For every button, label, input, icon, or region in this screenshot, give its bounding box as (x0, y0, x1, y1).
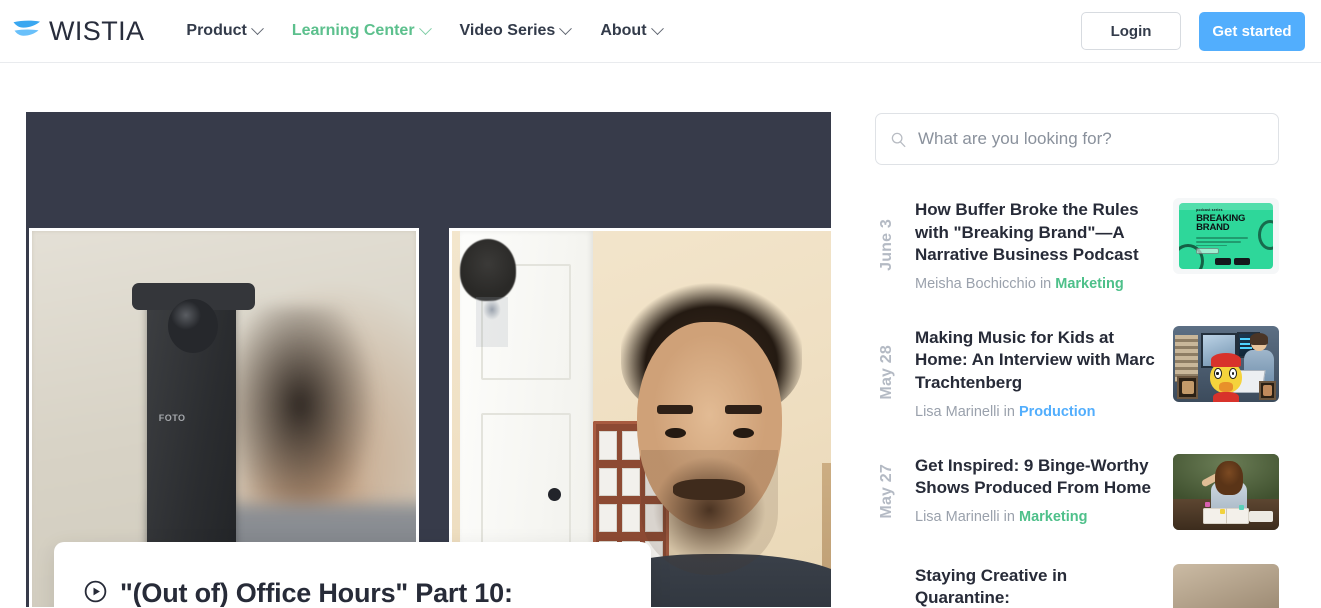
article-author: Meisha Bochicchio (915, 275, 1036, 292)
article-thumbnail[interactable] (1173, 325, 1279, 402)
hero-title-text: "(Out of) Office Hours" Part 10: (120, 578, 513, 607)
article-category[interactable]: Marketing (1055, 276, 1124, 292)
article-text: Making Music for Kids at Home: An Interv… (915, 326, 1157, 420)
article-title[interactable]: How Buffer Broke the Rules with "Breakin… (915, 199, 1157, 267)
article-thumbnail[interactable]: podcast series BREAKING BRAND (1173, 198, 1279, 274)
nav-item-label: Video Series (459, 22, 556, 39)
article-thumbnail[interactable] (1173, 453, 1279, 530)
article-text: How Buffer Broke the Rules with "Breakin… (915, 198, 1157, 292)
article-date-label: June 3 (878, 218, 895, 271)
wistia-logo-text: WISTIA (49, 15, 145, 46)
article-list-item[interactable]: May 28 Making Music for Kids at Home: An… (875, 325, 1279, 454)
chevron-down-icon (650, 21, 664, 35)
wistia-logo-icon (13, 20, 40, 36)
hero-featured-video[interactable]: FOTO "(Out of) Office Hours" Part 10: (26, 112, 831, 607)
play-circle-icon (84, 580, 107, 603)
main-nav: Product Learning Center Video Series Abo… (186, 21, 664, 40)
search-box[interactable] (875, 113, 1279, 165)
header-actions: Login Get started (1081, 11, 1305, 51)
article-date-label: May 28 (878, 345, 895, 401)
article-author: Lisa Marinelli (915, 403, 1000, 420)
article-list-item[interactable]: May 27 Get Inspired: 9 Binge-Worthy Show… (875, 453, 1279, 564)
article-meta-in: in (1003, 508, 1015, 525)
site-header: WISTIA Product Learning Center Video Ser… (0, 0, 1321, 63)
article-date: May 27 (875, 454, 899, 530)
article-title[interactable]: Staying Creative in Quarantine: (915, 565, 1157, 608)
nav-item-label: About (600, 22, 647, 39)
article-thumbnail[interactable] (1173, 563, 1279, 608)
nav-item-label: Product (186, 22, 247, 39)
article-author: Lisa Marinelli (915, 508, 1000, 525)
article-meta-in: in (1039, 275, 1052, 292)
article-meta: Lisa Marinelli in Production (915, 404, 1157, 420)
article-list: June 3 How Buffer Broke the Rules with "… (875, 198, 1279, 608)
chevron-down-icon (250, 21, 264, 35)
article-title[interactable]: Get Inspired: 9 Binge-Worthy Shows Produ… (915, 455, 1157, 500)
article-meta: Lisa Marinelli in Marketing (915, 509, 1157, 525)
hero-title-row: "(Out of) Office Hours" Part 10: (84, 576, 621, 607)
hero-title-card[interactable]: "(Out of) Office Hours" Part 10: (54, 542, 651, 607)
nav-item-label: Learning Center (291, 22, 415, 39)
page-body: FOTO "(Out of) Office Hours" Part 10: Wh… (0, 63, 1321, 608)
article-date-label: May 27 (878, 464, 895, 519)
article-date: June 3 (875, 198, 899, 292)
article-list-item[interactable]: Staying Creative in Quarantine: (875, 563, 1279, 608)
article-meta: Meisha Bochicchio in Marketing (915, 276, 1157, 292)
search-input[interactable] (918, 129, 1264, 149)
article-text: Get Inspired: 9 Binge-Worthy Shows Produ… (915, 454, 1157, 525)
wistia-logo[interactable]: WISTIA (12, 15, 145, 46)
chevron-down-icon (559, 21, 573, 35)
article-category[interactable]: Marketing (1019, 509, 1088, 525)
article-title[interactable]: Making Music for Kids at Home: An Interv… (915, 327, 1157, 395)
article-list-item[interactable]: June 3 How Buffer Broke the Rules with "… (875, 198, 1279, 326)
search-icon (891, 132, 906, 147)
sidebar: June 3 How Buffer Broke the Rules with "… (875, 112, 1279, 608)
chevron-down-icon (418, 21, 432, 35)
login-button[interactable]: Login (1081, 12, 1181, 50)
hero-video-thumbnail: FOTO (26, 112, 831, 607)
article-category[interactable]: Production (1019, 404, 1096, 420)
article-date (875, 564, 899, 608)
article-meta-in: in (1003, 403, 1015, 420)
nav-item-video-series[interactable]: Video Series (459, 21, 573, 40)
nav-item-learning-center[interactable]: Learning Center (291, 21, 432, 40)
nav-item-about[interactable]: About (600, 21, 664, 40)
get-started-button[interactable]: Get started (1199, 11, 1305, 51)
nav-item-product[interactable]: Product (186, 21, 264, 40)
article-date: May 28 (875, 326, 899, 420)
article-text: Staying Creative in Quarantine: (915, 564, 1157, 608)
